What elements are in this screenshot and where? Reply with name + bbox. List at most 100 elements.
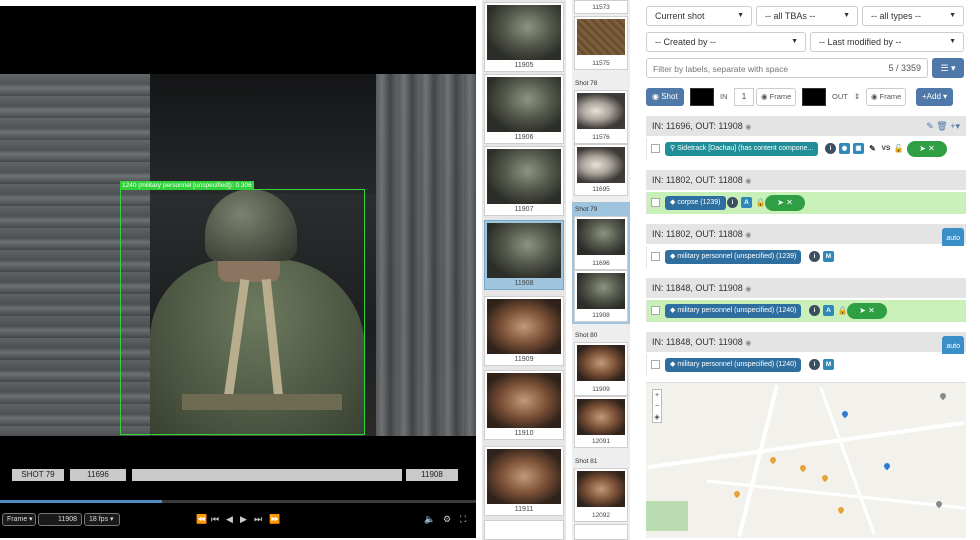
select-checkbox[interactable] bbox=[651, 144, 660, 153]
frame-thumbnail[interactable]: 11909 bbox=[484, 296, 564, 366]
select-checkbox[interactable] bbox=[651, 252, 660, 261]
label-tag[interactable]: ◆ military personnel (unspecified) (1240… bbox=[665, 304, 802, 318]
shot-scope-select[interactable]: Current shot ▼ bbox=[646, 6, 752, 26]
mode-select[interactable]: Frame ▾ bbox=[2, 513, 36, 526]
playback-progress-bar[interactable] bbox=[0, 500, 476, 503]
map-pin-icon[interactable] bbox=[840, 409, 850, 419]
frame-icon[interactable]: ▣ bbox=[853, 143, 864, 154]
annotation-card[interactable]: IN: 11802, OUT: 11808 ◉ auto ◆ military … bbox=[646, 224, 966, 270]
frame-thumbnail[interactable]: 11911 bbox=[484, 446, 564, 516]
frame-thumbnail-strip[interactable]: 11905 11906 11907 11908 11909 11910 1191… bbox=[482, 0, 566, 540]
shot-thumbnail[interactable]: 11573 bbox=[574, 0, 628, 14]
reject-x-icon[interactable]: ✕ bbox=[928, 144, 935, 153]
shot-thumbnail[interactable]: 12091 bbox=[574, 396, 628, 448]
accept-reject-pill[interactable]: ➤ ✕ bbox=[765, 195, 805, 211]
frame-thumbnail-partial[interactable] bbox=[484, 520, 564, 540]
frame-thumbnail-current[interactable]: 11908 bbox=[484, 220, 564, 290]
reject-x-icon[interactable]: ✕ bbox=[786, 198, 793, 207]
stepper-icon[interactable]: ⇕ bbox=[854, 88, 860, 106]
volume-icon[interactable]: 🔈 bbox=[424, 513, 435, 526]
info-icon[interactable]: i bbox=[825, 143, 836, 154]
shot-thumbnail[interactable]: 11909 bbox=[574, 342, 628, 396]
shot-group-80[interactable]: Shot 80 11909 12091 bbox=[572, 328, 630, 450]
shot-group-81[interactable]: Shot 81 12092 bbox=[572, 454, 630, 540]
skip-end-icon[interactable]: ⏭ bbox=[254, 513, 262, 526]
map-pin-icon[interactable] bbox=[820, 473, 830, 483]
frame-thumbnail[interactable]: 11907 bbox=[484, 146, 564, 216]
send-icon[interactable]: ➤ bbox=[919, 144, 926, 153]
shot-thumbnail[interactable]: 11908 bbox=[574, 270, 628, 322]
annotation-card[interactable]: IN: 11848, OUT: 11908 ◉ ◆ military perso… bbox=[646, 278, 966, 324]
label-tag[interactable]: ◆ military personnel (unspecified) (1239… bbox=[665, 250, 802, 264]
video-frame[interactable]: 1240 (military personnel [unspecified]):… bbox=[0, 74, 476, 436]
reject-x-icon[interactable]: ✕ bbox=[868, 306, 875, 315]
select-checkbox[interactable] bbox=[651, 306, 660, 315]
tba-select[interactable]: -- all TBAs -- ▼ bbox=[756, 6, 858, 26]
shot-range-bar[interactable] bbox=[132, 469, 402, 481]
fps-select[interactable]: 18 fps ▾ bbox=[84, 513, 120, 526]
detection-bounding-box[interactable] bbox=[120, 189, 365, 435]
in-frame-button[interactable]: ◉ Frame bbox=[756, 88, 797, 106]
label-tag[interactable]: ⚲ Sidetrack [Dachau] (has content compon… bbox=[665, 142, 819, 156]
skip-start-icon[interactable]: ⏮ bbox=[211, 513, 219, 526]
type-select[interactable]: -- all types -- ▼ bbox=[862, 6, 964, 26]
send-icon[interactable]: ➤ bbox=[859, 306, 866, 315]
created-by-select[interactable]: -- Created by -- ▼ bbox=[646, 32, 806, 52]
annotation-card[interactable]: IN: 11696, OUT: 11908 ◉ ✎ 🗑 +▾ ⚲ Sidetra… bbox=[646, 116, 966, 162]
info-icon[interactable]: i bbox=[809, 251, 820, 262]
frame-thumbnail[interactable]: 11906 bbox=[484, 74, 564, 144]
annotation-card[interactable]: IN: 11848, OUT: 11908 ◉ auto ◆ military … bbox=[646, 332, 966, 378]
map-pin-icon[interactable] bbox=[836, 505, 846, 515]
select-checkbox[interactable] bbox=[651, 360, 660, 369]
shot-thumbnail[interactable]: 11576 bbox=[574, 90, 628, 144]
shot-group-79[interactable]: Shot 79 11696 11908 bbox=[572, 202, 630, 324]
map-pin-icon[interactable] bbox=[882, 461, 892, 471]
label-tag[interactable]: ◆ military personnel (unspecified) (1240… bbox=[665, 358, 802, 372]
shot-button[interactable]: ◉ Shot bbox=[646, 88, 684, 106]
frame-thumbnail[interactable]: 11905 bbox=[484, 2, 564, 72]
shot-thumbnail[interactable]: 12092 bbox=[574, 468, 628, 522]
shot-thumbnail[interactable]: 11695 bbox=[574, 144, 628, 196]
location-map[interactable]: + − ◈ bbox=[646, 382, 966, 538]
shot-thumbnail[interactable]: 11575 bbox=[574, 16, 628, 70]
rewind-fast-icon[interactable]: ⏪ bbox=[196, 513, 207, 526]
select-checkbox[interactable] bbox=[651, 198, 660, 207]
add-annotation-button[interactable]: +Add ▾ bbox=[916, 88, 954, 106]
chevron-down-icon[interactable]: ▾ bbox=[955, 121, 960, 131]
info-icon[interactable]: i bbox=[809, 359, 820, 370]
frame-thumbnail[interactable]: 11910 bbox=[484, 370, 564, 440]
map-zoom-control[interactable]: + − ◈ bbox=[652, 389, 662, 423]
shot-thumbnail-partial[interactable] bbox=[574, 524, 628, 540]
pencil-icon[interactable]: ✎ bbox=[867, 143, 878, 154]
frame-input[interactable]: 11908 bbox=[38, 513, 82, 526]
send-icon[interactable]: ➤ bbox=[777, 198, 784, 207]
trash-icon[interactable]: 🗑 bbox=[936, 121, 947, 131]
map-pin-icon[interactable] bbox=[732, 489, 742, 499]
video-player[interactable]: 1240 (military personnel [unspecified]):… bbox=[0, 6, 476, 538]
shot-group-78[interactable]: Shot 78 11576 11695 bbox=[572, 74, 630, 196]
in-frame-input[interactable]: 1 bbox=[734, 88, 754, 106]
info-icon[interactable]: i bbox=[727, 197, 738, 208]
edit-icon[interactable]: ✎ bbox=[926, 121, 934, 131]
settings-gear-icon[interactable]: ⚙ bbox=[443, 513, 451, 526]
accept-reject-pill[interactable]: ➤ ✕ bbox=[847, 303, 887, 319]
forward-fast-icon[interactable]: ⏩ bbox=[269, 513, 280, 526]
view-icon[interactable]: ◉ bbox=[839, 143, 850, 154]
play-icon[interactable]: ▶ bbox=[240, 513, 247, 526]
info-icon[interactable]: i bbox=[809, 305, 820, 316]
out-frame-button[interactable]: ◉ Frame bbox=[866, 88, 907, 106]
step-back-icon[interactable]: ◀ bbox=[226, 513, 233, 526]
unlock-icon[interactable]: 🔓 bbox=[893, 143, 904, 154]
shot-strip[interactable]: 11573 11575 Shot 78 11576 11695 Shot 79 … bbox=[572, 0, 630, 540]
map-pin-icon[interactable] bbox=[768, 455, 778, 465]
label-filter-input[interactable] bbox=[653, 62, 863, 75]
map-pin-icon[interactable] bbox=[938, 391, 948, 401]
list-menu-button[interactable]: ☰ ▾ bbox=[932, 58, 964, 78]
accept-reject-pill[interactable]: ➤ ✕ bbox=[907, 141, 947, 157]
fullscreen-icon[interactable]: ⛶ bbox=[460, 513, 466, 526]
map-pin-icon[interactable] bbox=[798, 463, 808, 473]
shot-thumbnail[interactable]: 11696 bbox=[574, 216, 628, 270]
label-tag[interactable]: ◆ corpse (1239) bbox=[665, 196, 726, 210]
annotation-card[interactable]: IN: 11802, OUT: 11808 ◉ ◆ corpse (1239) … bbox=[646, 170, 966, 216]
modified-by-select[interactable]: -- Last modified by -- ▼ bbox=[810, 32, 964, 52]
